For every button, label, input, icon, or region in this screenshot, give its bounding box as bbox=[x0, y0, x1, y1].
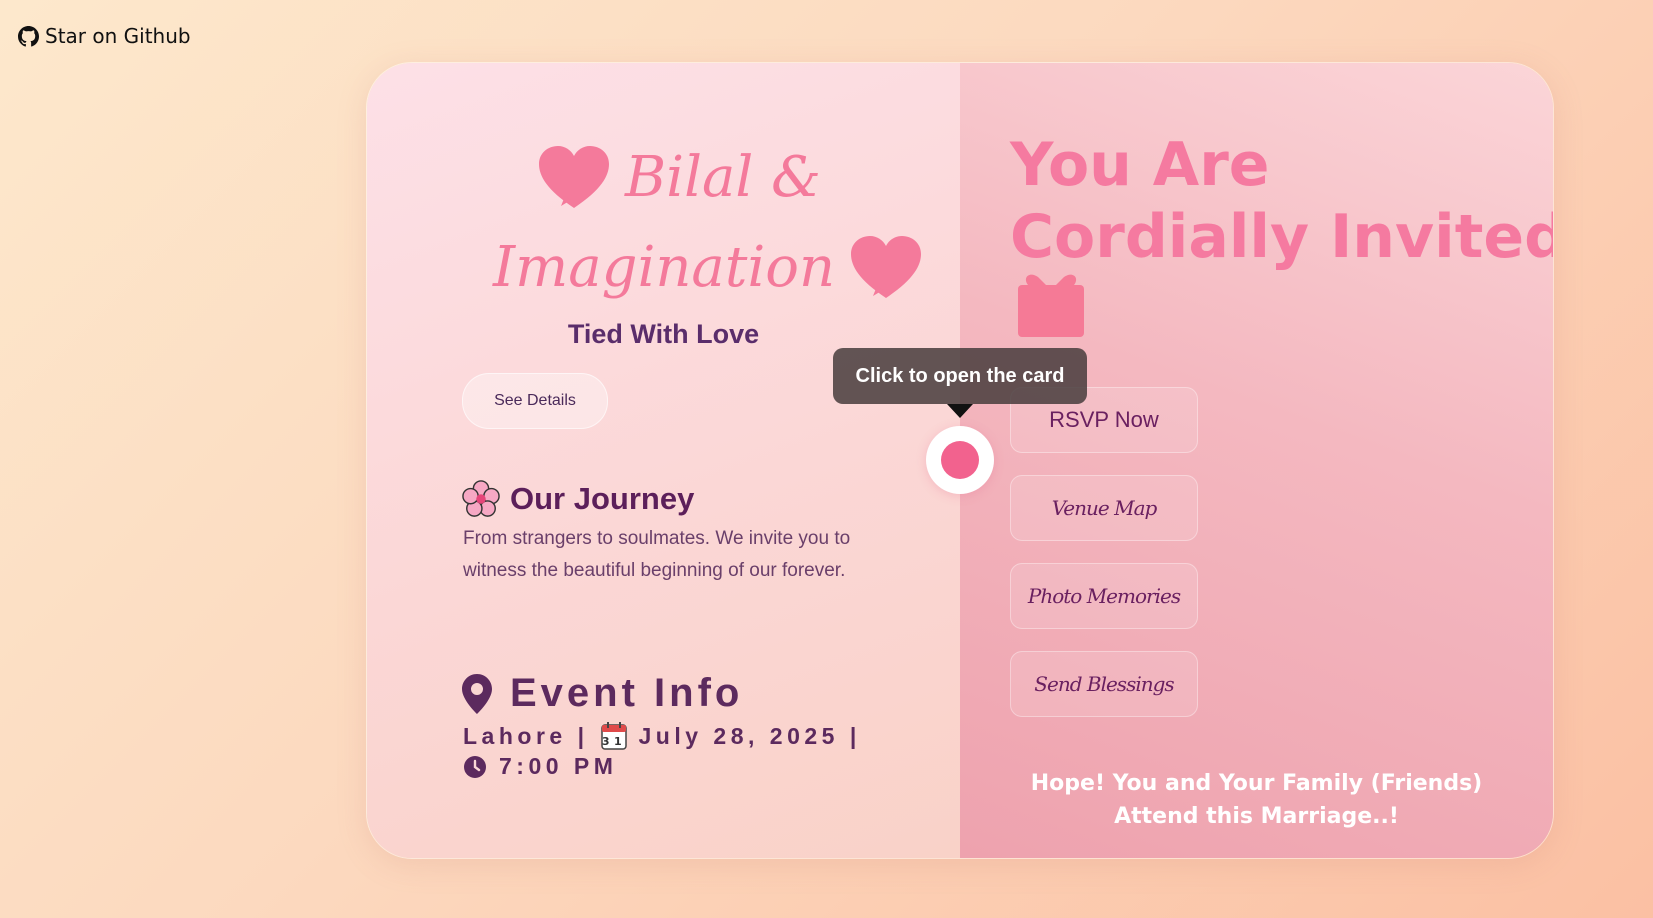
calendar-icon: 31 bbox=[600, 722, 627, 750]
gift-icon bbox=[1018, 274, 1084, 337]
subtitle: Tied With Love bbox=[567, 319, 760, 349]
heading-line-1: You Are bbox=[1010, 130, 1270, 200]
github-label: Star on Github bbox=[45, 24, 191, 48]
cherry-blossom-icon bbox=[462, 480, 500, 517]
clock-icon bbox=[464, 755, 486, 778]
couple-names-line-2: Imagination bbox=[493, 235, 836, 300]
map-pin-icon bbox=[462, 673, 492, 714]
event-time: 7:00 PM bbox=[499, 753, 618, 779]
title-line-1: Bilal & bbox=[539, 145, 821, 210]
github-icon bbox=[18, 25, 39, 46]
footer-line-1: Hope! You and Your Family (Friends) bbox=[1030, 771, 1483, 796]
title-line-2: Imagination bbox=[493, 235, 922, 300]
event-heading: Event Info bbox=[462, 671, 743, 716]
card-right-panel: You Are Cordially Invited RSVP Now Venue… bbox=[960, 63, 1553, 858]
svg-text:31: 31 bbox=[601, 735, 625, 748]
photo-memories-button[interactable]: Photo Memories bbox=[1010, 563, 1198, 629]
heading-line-2: Cordially Invited bbox=[1010, 202, 1554, 272]
heart-icon bbox=[539, 145, 609, 208]
event-location-date: Lahore | 31 July 28, 2025 | bbox=[463, 722, 861, 750]
see-details-button[interactable]: See Details bbox=[462, 373, 608, 429]
event-location: Lahore | bbox=[463, 722, 589, 749]
venue-map-button[interactable]: Venue Map bbox=[1010, 475, 1198, 541]
event-title: Event Info bbox=[510, 671, 744, 715]
footer-message: Hope! You and Your Family (Friends) Atte… bbox=[960, 767, 1553, 833]
event-time-row: 7:00 PM bbox=[463, 753, 617, 780]
event-date: July 28, 2025 | bbox=[638, 722, 861, 749]
tooltip-arrow bbox=[947, 404, 973, 418]
open-card-dot bbox=[941, 441, 979, 479]
invitation-heading: You Are Cordially Invited bbox=[1010, 129, 1554, 273]
journey-heading: Our Journey bbox=[462, 480, 694, 518]
open-card-button[interactable] bbox=[926, 426, 994, 494]
heart-icon bbox=[851, 235, 922, 298]
footer-line-2: Attend this Marriage..! bbox=[1114, 804, 1399, 829]
journey-text: From strangers to soulmates. We invite y… bbox=[463, 528, 851, 581]
journey-title: Our Journey bbox=[510, 481, 695, 516]
github-link[interactable]: Star on Github bbox=[18, 24, 191, 48]
send-blessings-button[interactable]: Send Blessings bbox=[1010, 651, 1198, 717]
open-card-tooltip: Click to open the card bbox=[833, 348, 1087, 404]
couple-names-line-1: Bilal & bbox=[625, 145, 821, 210]
card-left-panel: Bilal & Imagination Tied With Love See D… bbox=[367, 63, 960, 858]
